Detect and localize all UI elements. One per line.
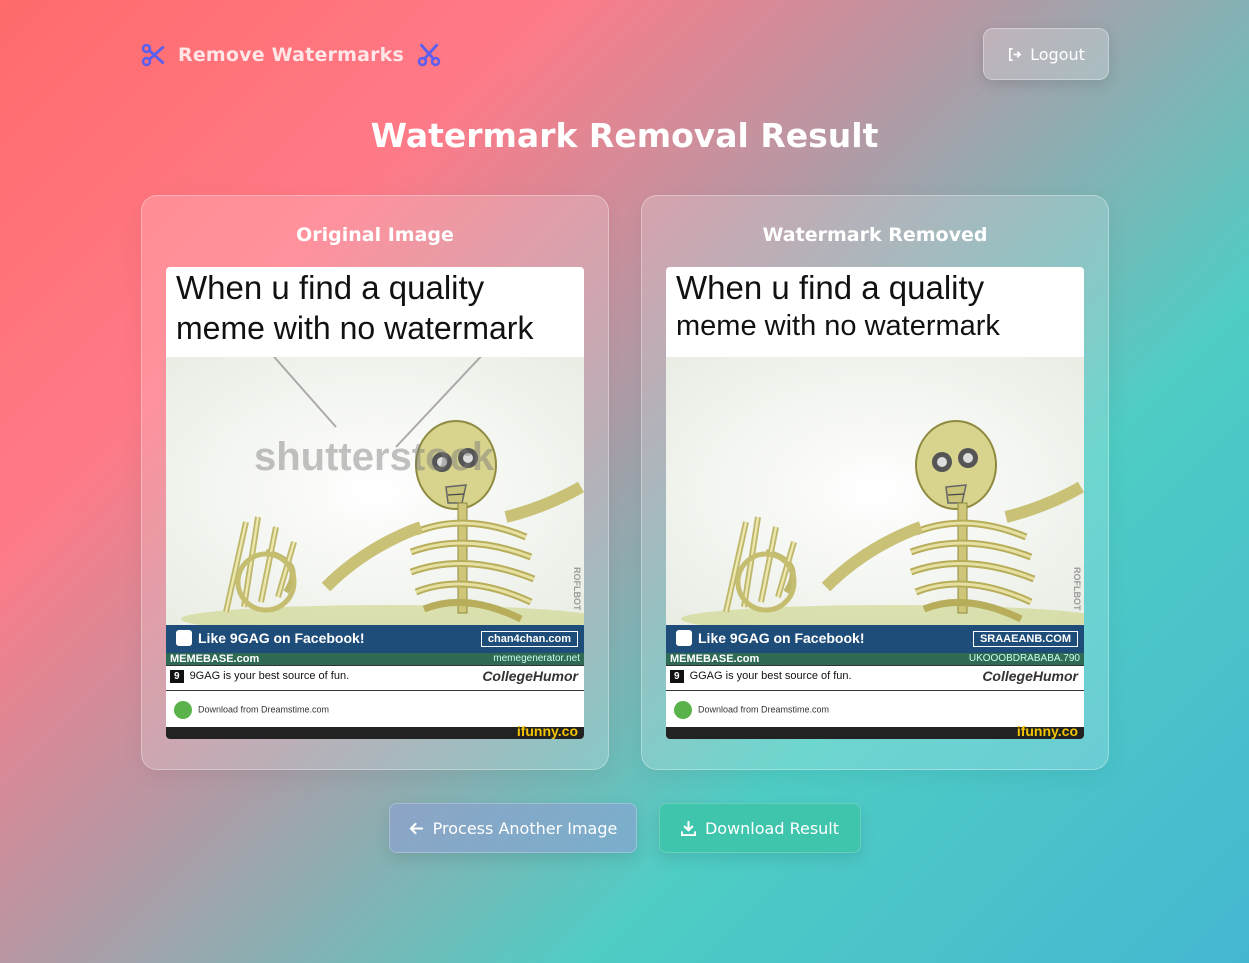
caption-line: meme with no watermark <box>676 310 1000 343</box>
memebase-text: MEMEBASE.com <box>170 653 260 665</box>
dreamstime-logo-icon <box>674 701 692 719</box>
skeleton-picture <box>166 357 584 625</box>
original-image-card: Original Image When u find a quality mem… <box>141 195 609 770</box>
caption-line: When u find a quality <box>676 269 985 306</box>
meme-caption: When u find a quality meme with no water… <box>176 267 578 348</box>
brand[interactable]: Remove Watermarks <box>140 40 442 70</box>
9gag-logo-icon: 9 <box>170 670 184 683</box>
9gag-logo-icon: 9 <box>670 670 684 683</box>
side-watermark: ROFLBOT <box>572 567 582 611</box>
watermark-strip: ifunny.co <box>666 723 1084 739</box>
watermark-strip: MEMEBASE.com UKOOOBDRABABA.790 <box>666 653 1084 665</box>
scissors-icon <box>417 43 441 67</box>
logout-button[interactable]: Logout <box>983 28 1109 80</box>
memegen-text: UKOOOBDRABABA.790 <box>968 653 1080 664</box>
caption-line: meme with no watermark <box>176 310 534 347</box>
card-title: Original Image <box>296 224 454 246</box>
watermark-strip: 9 9GAG is your best source of fun. Colleg… <box>166 665 584 691</box>
scissors-icon <box>141 43 165 67</box>
dreamstime-text: Download from Dreamstime.com <box>198 704 330 715</box>
watermark-strip: Like 9GAG on Facebook! SRAAEANB.COM <box>666 625 1084 653</box>
ifunny-text: ifunny.co <box>516 723 578 739</box>
chan-tag: SRAAEANB.COM <box>972 631 1078 647</box>
fb-banner: Like 9GAG on Facebook! <box>698 630 865 646</box>
watermark-strip: MEMEBASE.com memegenerator.net <box>166 653 584 665</box>
arrow-left-icon <box>409 822 423 834</box>
original-image[interactable]: When u find a quality meme with no water… <box>166 267 584 739</box>
skeleton-picture <box>666 357 1084 625</box>
ifunny-text: ifunny.co <box>1016 723 1078 739</box>
watermark-strip: 9 GGAG is your best source of fun. Colleg… <box>666 665 1084 691</box>
download-icon <box>680 820 696 836</box>
process-another-image-button[interactable]: Process Another Image <box>389 803 637 853</box>
meme-caption: When u find a quality meme with no water… <box>676 267 1078 345</box>
page-title: Watermark Removal Result <box>370 116 879 155</box>
card-title: Watermark Removed <box>762 224 988 246</box>
shutterstock-watermark: shutterstock <box>254 435 495 479</box>
dreamstime-text: Download from Dreamstime.com <box>698 704 830 715</box>
brand-title: Remove Watermarks <box>178 44 405 66</box>
9gag-logo-icon <box>676 630 692 646</box>
result-image[interactable]: When u find a quality meme with no water… <box>666 267 1084 739</box>
download-label: Download Result <box>704 818 840 838</box>
caption-line: When u find a quality <box>176 269 485 306</box>
9gag-logo-icon <box>176 630 192 646</box>
ninegag-text: GGAG is your best source of fun. <box>689 670 852 682</box>
collegehumor-text: CollegeHumor <box>982 668 1078 684</box>
logout-label: Logout <box>1030 44 1085 64</box>
memebase-text: MEMEBASE.com <box>670 653 760 665</box>
collegehumor-text: CollegeHumor <box>482 668 578 684</box>
download-result-button[interactable]: Download Result <box>659 803 861 853</box>
dreamstime-logo-icon <box>174 701 192 719</box>
ninegag-text: 9GAG is your best source of fun. <box>189 670 350 682</box>
memegen-text: memegenerator.net <box>493 653 580 664</box>
fb-banner: Like 9GAG on Facebook! <box>198 630 365 646</box>
side-watermark: ROFLBOT <box>1072 567 1082 611</box>
chan-tag: chan4chan.com <box>480 631 578 647</box>
process-label: Process Another Image <box>432 818 618 838</box>
watermark-removed-card: Watermark Removed When u find a quality … <box>641 195 1109 770</box>
sign-out-icon <box>1009 47 1022 61</box>
watermark-strip: Like 9GAG on Facebook! chan4chan.com <box>166 625 584 653</box>
watermark-strip: ifunny.co <box>166 723 584 739</box>
